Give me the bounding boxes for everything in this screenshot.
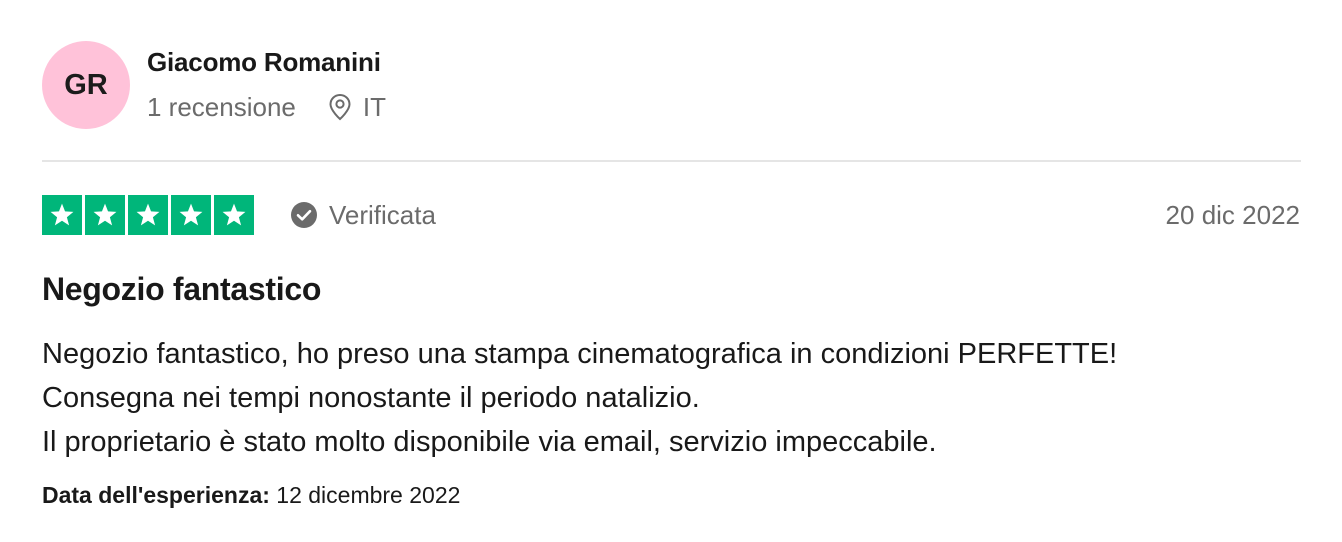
star-rating: [42, 195, 254, 235]
review-line: Consegna nei tempi nonostante il periodo…: [42, 382, 700, 414]
location-pin-icon: [328, 93, 352, 121]
experience-value: 12 dicembre 2022: [276, 482, 461, 508]
reviewer-country: IT: [362, 91, 386, 122]
reviews-count: 1 recensione: [147, 91, 296, 122]
star-icon: [85, 195, 125, 235]
review-body: Negozio fantastico, ho preso una stampa …: [42, 332, 1302, 464]
review-line: Il proprietario è stato molto disponibil…: [42, 426, 937, 458]
experience-label: Data dell'esperienza:: [42, 482, 270, 508]
check-circle-icon: [290, 201, 318, 229]
star-icon: [171, 195, 211, 235]
avatar[interactable]: GR: [42, 41, 130, 129]
divider: [42, 160, 1301, 162]
avatar-initials: GR: [64, 68, 108, 101]
review-date: 20 dic 2022: [1165, 199, 1300, 230]
reviewer-name[interactable]: Giacomo Romanini: [147, 47, 381, 78]
verified-badge[interactable]: Verificata: [290, 199, 436, 231]
experience-date: Data dell'esperienza: 12 dicembre 2022: [42, 482, 460, 509]
reviewer-meta: 1 recensione IT: [147, 90, 386, 124]
star-icon: [42, 195, 82, 235]
review-card: GR Giacomo Romanini 1 recensione IT Veri…: [0, 0, 1342, 542]
star-icon: [128, 195, 168, 235]
review-line: Negozio fantastico, ho preso una stampa …: [42, 338, 1118, 370]
review-title: Negozio fantastico: [42, 271, 322, 307]
star-icon: [214, 195, 254, 235]
verified-label: Verificata: [329, 199, 436, 230]
